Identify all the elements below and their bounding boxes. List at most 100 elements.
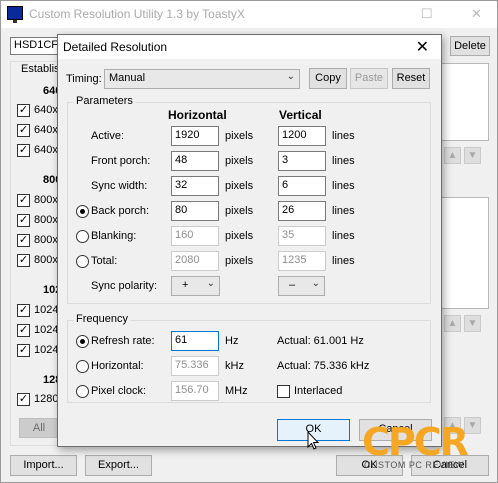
back-porch-horizontal-input[interactable]: 80 <box>171 201 219 221</box>
checkbox-checked-icon[interactable]: ✓ <box>17 344 30 357</box>
mouse-cursor-icon <box>307 431 319 450</box>
monitor-select[interactable]: HSD1CF3 <box>10 37 60 55</box>
checkbox-checked-icon[interactable]: ✓ <box>17 393 30 406</box>
detailed-resolution-dialog: Detailed Resolution ✕ Timing: Manual ⌄ C… <box>57 34 442 447</box>
arrow-down-icon[interactable]: ▼ <box>464 147 481 164</box>
close-icon[interactable]: ✕ <box>416 37 429 57</box>
back-porch-label: Back porch: <box>91 205 150 217</box>
established-label: Establis <box>19 63 62 75</box>
copy-button[interactable]: Copy <box>309 68 347 89</box>
back-porch-vertical-input[interactable]: 26 <box>278 201 326 221</box>
refresh-rate-label: Refresh rate: <box>91 335 155 347</box>
arrow-down-icon[interactable]: ▼ <box>464 315 481 332</box>
checkbox-checked-icon[interactable]: ✓ <box>17 194 30 207</box>
horizontal-header: Horizontal <box>168 108 227 122</box>
blanking-radio[interactable] <box>76 230 89 243</box>
blanking-horizontal-input[interactable]: 160 <box>171 226 219 246</box>
sync-width-vertical-input[interactable]: 6 <box>278 176 326 196</box>
front-porch-horizontal-input[interactable]: 48 <box>171 151 219 171</box>
watermark-logo: CPCR CUSTOM PC REVIEW <box>362 420 492 475</box>
total-radio[interactable] <box>76 255 89 268</box>
horizontal-freq-input[interactable]: 75.336 <box>171 356 219 376</box>
resolution-label: 1024 <box>34 324 59 336</box>
reset-button[interactable]: Reset <box>392 68 430 89</box>
delete-button[interactable]: Delete <box>450 36 490 56</box>
parameters-label: Parameters <box>74 95 135 107</box>
hz-unit: Hz <box>225 335 239 347</box>
lines-unit: lines <box>332 255 355 267</box>
dialog-title-bar: Detailed Resolution ✕ <box>58 35 441 59</box>
checkbox-checked-icon[interactable]: ✓ <box>17 144 30 157</box>
resolution-label: 1024 <box>34 304 59 316</box>
arrow-up-icon[interactable]: ▲ <box>444 315 461 332</box>
pixels-unit: pixels <box>225 230 254 242</box>
pixels-unit: pixels <box>225 255 254 267</box>
sync-polarity-label: Sync polarity: <box>91 280 158 292</box>
main-window-title: Custom Resolution Utility 1.3 by ToastyX <box>29 7 245 21</box>
maximize-icon[interactable]: ☐ <box>421 6 433 22</box>
checkbox-checked-icon[interactable]: ✓ <box>17 234 30 247</box>
refresh-rate-input[interactable]: 61 <box>171 331 219 351</box>
lines-unit: lines <box>332 155 355 167</box>
total-vertical-input[interactable]: 1235 <box>278 251 326 271</box>
sync-v-value: – <box>289 279 296 291</box>
chevron-down-icon: ⌄ <box>311 278 320 289</box>
sync-polarity-vertical-select[interactable]: – ⌄ <box>278 276 325 296</box>
watermark-letters: CPCR <box>362 420 469 464</box>
resolution-label: 1280 <box>34 393 59 405</box>
total-label: Total: <box>91 255 118 267</box>
blanking-vertical-input[interactable]: 35 <box>278 226 326 246</box>
checkbox-checked-icon[interactable]: ✓ <box>17 304 30 317</box>
pixel-clock-label: Pixel clock: <box>91 385 147 397</box>
checkbox-checked-icon[interactable]: ✓ <box>17 214 30 227</box>
horizontal-freq-label: Horizontal: <box>91 360 144 372</box>
total-horizontal-input[interactable]: 2080 <box>171 251 219 271</box>
resolution-label: 640x <box>34 104 58 116</box>
resolution-label: 640x <box>34 124 58 136</box>
sync-width-label: Sync width: <box>91 180 148 192</box>
checkbox-checked-icon[interactable]: ✓ <box>17 124 30 137</box>
active-vertical-input[interactable]: 1200 <box>278 126 326 146</box>
all-button[interactable]: All <box>19 418 59 438</box>
sync-polarity-horizontal-select[interactable]: + ⌄ <box>171 276 220 296</box>
import-button[interactable]: Import... <box>10 455 77 476</box>
resolution-label: 800x <box>34 214 58 226</box>
timing-select[interactable]: Manual ⌄ <box>104 69 300 89</box>
lines-unit: lines <box>332 130 355 142</box>
monitor-icon <box>7 6 23 23</box>
checkbox-checked-icon[interactable]: ✓ <box>17 254 30 267</box>
mhz-unit: MHz <box>225 385 248 397</box>
pixels-unit: pixels <box>225 130 254 142</box>
resolution-label: 800x <box>34 254 58 266</box>
export-button[interactable]: Export... <box>85 455 152 476</box>
blanking-label: Blanking: <box>91 230 137 242</box>
paste-button[interactable]: Paste <box>350 68 388 89</box>
dialog-title: Detailed Resolution <box>63 40 168 54</box>
chevron-down-icon: ⌄ <box>206 278 215 289</box>
vertical-header: Vertical <box>279 108 322 122</box>
lines-unit: lines <box>332 205 355 217</box>
lines-unit: lines <box>332 180 355 192</box>
resolution-label: 800x <box>34 194 58 206</box>
pixel-clock-input[interactable]: 156.70 <box>171 381 219 401</box>
front-porch-label: Front porch: <box>91 155 151 167</box>
checkbox-checked-icon[interactable]: ✓ <box>17 104 30 117</box>
active-horizontal-input[interactable]: 1920 <box>171 126 219 146</box>
close-icon[interactable]: ✕ <box>471 6 482 22</box>
horizontal-actual-value: Actual: 75.336 kHz <box>277 360 370 372</box>
resolution-label: 1024 <box>34 344 59 356</box>
horizontal-freq-radio[interactable] <box>76 360 89 373</box>
resolution-label: 800x <box>34 234 58 246</box>
sync-width-horizontal-input[interactable]: 32 <box>171 176 219 196</box>
pixel-clock-radio[interactable] <box>76 385 89 398</box>
interlaced-checkbox[interactable] <box>277 385 290 398</box>
resolution-label: 640x <box>34 144 58 156</box>
refresh-rate-radio[interactable] <box>76 335 89 348</box>
arrow-up-icon[interactable]: ▲ <box>444 147 461 164</box>
front-porch-vertical-input[interactable]: 3 <box>278 151 326 171</box>
back-porch-radio[interactable] <box>76 205 89 218</box>
sync-h-value: + <box>182 279 189 291</box>
timing-label: Timing: <box>66 73 102 85</box>
interlaced-label: Interlaced <box>294 385 343 397</box>
checkbox-checked-icon[interactable]: ✓ <box>17 324 30 337</box>
